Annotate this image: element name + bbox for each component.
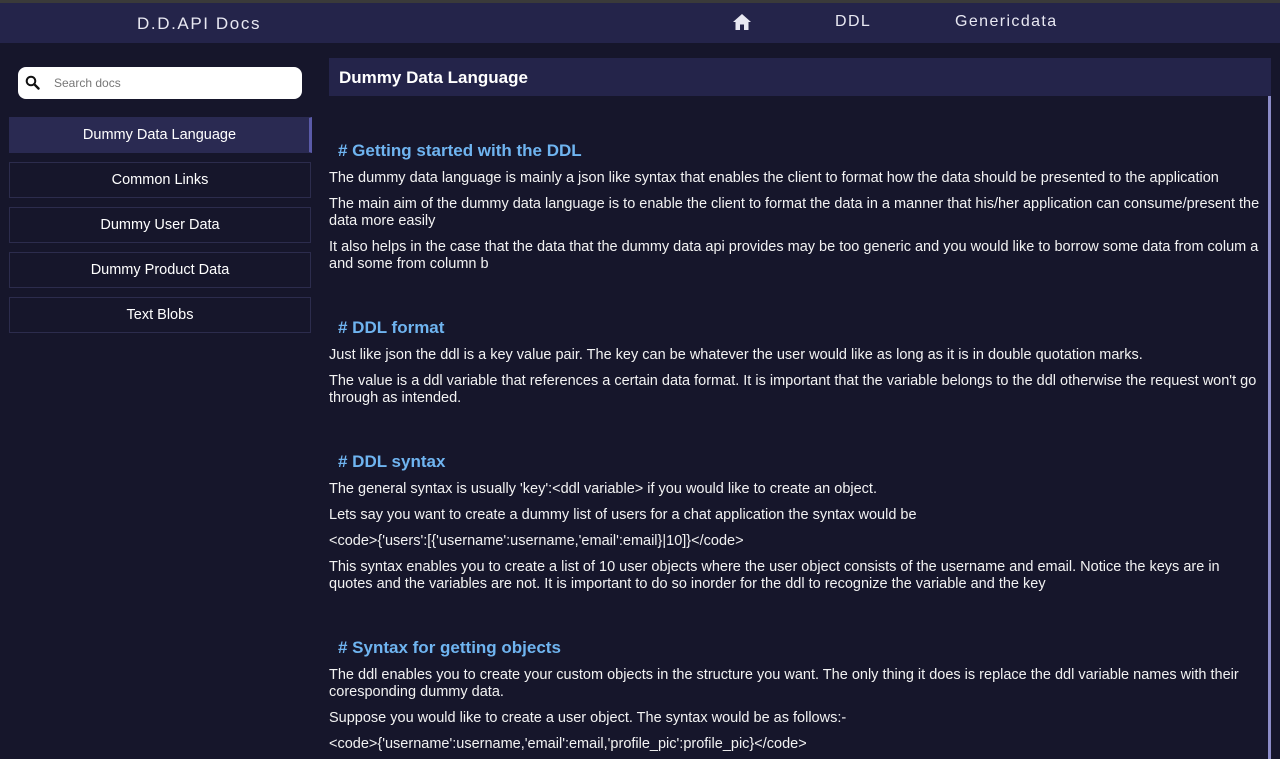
section-heading: # DDL syntax: [338, 452, 446, 471]
paragraph: It also helps in the case that the data …: [329, 239, 1259, 272]
paragraph: Suppose you would like to create a user …: [329, 710, 847, 726]
sidebar-item-common-links[interactable]: Common Links: [9, 162, 311, 198]
nav-link-genericdata[interactable]: Genericdata: [955, 13, 1058, 31]
sidebar-item-dummy-data-language[interactable]: Dummy Data Language: [9, 117, 312, 153]
paragraph: This syntax enables you to create a list…: [329, 559, 1220, 592]
search-box[interactable]: [18, 67, 302, 99]
page-title: Dummy Data Language: [339, 68, 528, 87]
home-icon[interactable]: [732, 13, 752, 31]
paragraph: The ddl enables you to create your custo…: [329, 667, 1239, 700]
sidebar-item-dummy-user-data[interactable]: Dummy User Data: [9, 207, 311, 243]
main-content: Dummy Data Language # Getting started wi…: [329, 58, 1271, 759]
code-snippet: <code>{'users':[{'username':username,'em…: [329, 533, 744, 549]
search-icon: [25, 75, 40, 90]
sidebar-item-text-blobs[interactable]: Text Blobs: [9, 297, 311, 333]
paragraph: The value is a ddl variable that referen…: [329, 373, 1257, 406]
scrollbar-track[interactable]: [1268, 96, 1271, 759]
top-navbar: D.D.API Docs DDL Genericdata: [0, 3, 1280, 43]
nav-link-ddl[interactable]: DDL: [835, 13, 871, 31]
paragraph: The main aim of the dummy data language …: [329, 196, 1260, 229]
page-header: Dummy Data Language: [329, 58, 1271, 96]
code-snippet: <code>{'username':username,'email':email…: [329, 736, 807, 752]
paragraph: Lets say you want to create a dummy list…: [329, 507, 917, 523]
sidebar-item-dummy-product-data[interactable]: Dummy Product Data: [9, 252, 311, 288]
paragraph: Just like json the ddl is a key value pa…: [329, 347, 1143, 363]
section-heading: # Syntax for getting objects: [338, 638, 561, 657]
section-heading: # DDL format: [338, 318, 445, 337]
paragraph: The dummy data language is mainly a json…: [329, 170, 1219, 186]
section-heading: # Getting started with the DDL: [338, 141, 582, 160]
search-input[interactable]: [54, 67, 294, 99]
brand-title[interactable]: D.D.API Docs: [137, 14, 261, 34]
paragraph: The general syntax is usually 'key':<ddl…: [329, 481, 877, 497]
